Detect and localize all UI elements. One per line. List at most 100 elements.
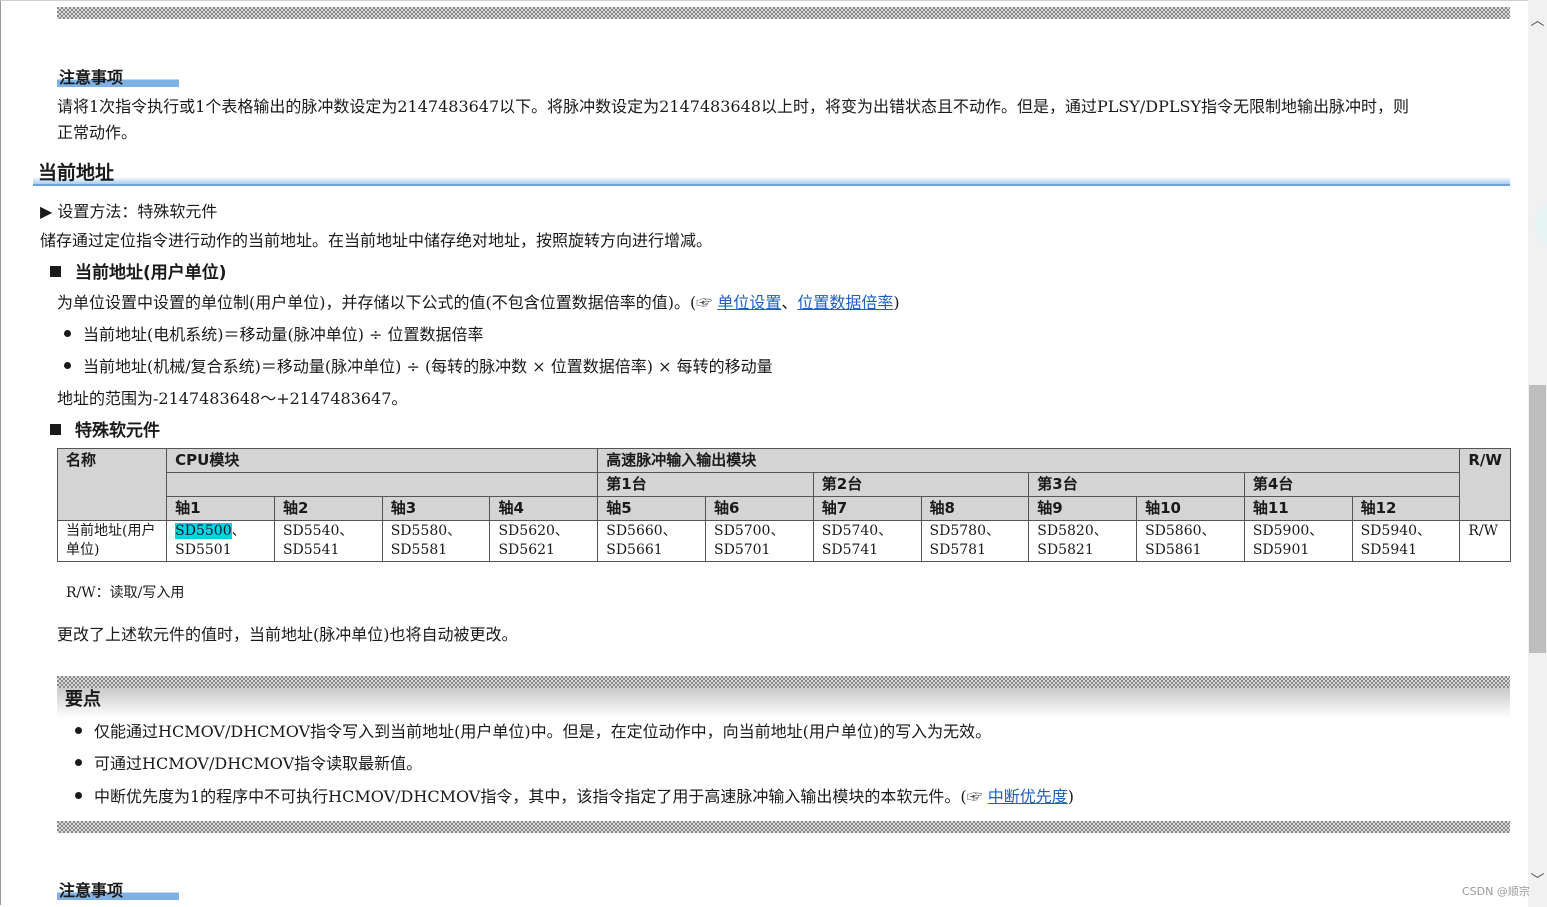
scroll-thumb[interactable] [1529,385,1546,653]
watermark: CSDN @顺宗 [1462,885,1530,898]
header-axis: 轴10 [1136,496,1245,521]
cell-device-1: SD5860、 [1145,523,1216,539]
cell-device: SD5660、 SD5661 [597,520,706,562]
cell-device-1: SD5820、 [1037,523,1108,539]
caution-title: 注意事项 [57,69,179,87]
bullet-dot-icon [64,330,71,337]
sub-heading-user-unit-label: 当前地址(用户单位) [75,263,227,283]
cell-device-2: SD5621 [498,542,555,558]
cell-device-1: SD5540、 [282,523,354,539]
vertical-scrollbar[interactable]: ︿ ﹀ [1528,0,1547,907]
cell-device-2: SD5941 [1360,542,1418,558]
user-unit-desc: 为单位设置中设置的单位制(用户单位)，并存储以下公式的值(不包含位置数据倍率的值… [57,290,900,316]
header-high-speed-module: 高速脉冲输入输出模块 [597,448,1461,473]
link-interrupt-priority[interactable]: 中断优先度 [988,787,1068,806]
cell-device: SD5700、 SD5701 [705,520,814,562]
cell-device-1: SD5620、 [498,523,569,539]
header-unit-4: 第4台 [1243,472,1461,497]
caution-text-line1: 请将1次指令执行或1个表格输出的脉冲数设定为2147483647以下。将脉冲数设… [57,97,1410,116]
header-axis: 轴12 [1351,496,1461,521]
header-unit-1: 第1台 [597,472,814,497]
bullet-dot-icon [64,362,71,369]
cell-device-2: SD5701 [714,542,771,558]
cell-device-1: SD5740、 [821,523,893,539]
link-position-data-magnification[interactable]: 位置数据倍率 [797,293,893,312]
sub-heading-special-device-label: 特殊软元件 [75,421,160,441]
cell-device: SD5860、 SD5861 [1136,520,1245,562]
bullet-text: 可通过HCMOV/DHCMOV指令读取最新值。 [94,754,423,773]
cell-device: SD5780、 SD5781 [920,520,1030,562]
bullet-item-machine-system: 当前地址(机械/复合系统)＝移动量(脉冲单位) ÷ (每转的脉冲数 × 位置数据… [64,354,773,380]
header-axis: 轴5 [597,496,706,521]
cell-device: SD5500、 SD5501 [166,520,275,562]
close-paren: ) [1067,787,1074,806]
scroll-down-arrow-icon[interactable]: ﹀ [1530,874,1545,889]
divider-point-bottom [57,821,1510,833]
cell-device-2: SD5661 [606,542,663,558]
setting-method: ▶ 设置方法：特殊软元件 [40,202,218,221]
cell-device-2: SD5581 [390,542,448,558]
point-bullet-1: 仅能通过HCMOV/DHCMOV指令写入到当前地址(用户单位)中。但是，在定位动… [75,719,991,745]
cell-rw: R/W [1459,520,1511,562]
header-axis: 轴11 [1243,496,1353,521]
section-description: 储存通过定位指令进行动作的当前地址。在当前地址中储存绝对地址，按照旋转方向进行增… [40,231,713,250]
cell-device-1: SD5780、 [929,523,1000,539]
header-rw: R/W [1459,448,1511,521]
sub-heading-special-device: 特殊软元件 [50,419,160,443]
reference-hand-icon: ☞ [696,293,713,312]
cell-device-1: SD5900、 [1252,523,1324,539]
link-unit-setting[interactable]: 单位设置 [717,293,781,312]
highlighted-text: SD5500 [175,523,232,539]
close-paren: ) [893,293,900,312]
cell-device-2: SD5501 [175,542,232,558]
cell-sep: 、 [231,523,246,539]
rw-note: R/W：读取/写入用 [66,585,185,601]
cell-device-2: SD5861 [1145,542,1202,558]
scroll-up-arrow-icon[interactable]: ︿ [1530,14,1545,29]
header-axis: 轴8 [920,496,1030,521]
reference-hand-icon: ☞ [966,787,983,806]
cell-device-1: SD5700、 [714,523,785,539]
header-unit-2: 第2台 [812,472,1030,497]
header-axis: 轴9 [1028,496,1138,521]
cell-device: SD5820、 SD5821 [1028,520,1138,562]
bullet-text: 中断优先度为1的程序中不可执行HCMOV/DHCMOV指令，其中，该指令指定了用… [94,787,967,806]
header-axis: 轴2 [273,496,383,521]
point-bullet-2: 可通过HCMOV/DHCMOV指令读取最新值。 [75,751,422,777]
header-axis: 轴4 [489,496,599,521]
header-name: 名称 [56,448,168,521]
cell-device: SD5740、 SD5741 [812,520,922,562]
table-header-row-axes: 轴1 轴2 轴3 轴4 轴5 轴6 轴7 轴8 轴9 轴10 轴11 轴12 [58,496,1511,521]
link-separator: 、 [781,293,798,312]
sub-heading-user-unit: 当前地址(用户单位) [50,261,227,285]
cell-device-2: SD5781 [929,542,986,558]
cell-device: SD5940、 SD5941 [1351,520,1461,562]
table-header-row-2: 第1台 第2台 第3台 第4台 [58,472,1511,497]
address-range: 地址的范围为-2147483648～+2147483647。 [57,389,408,408]
cell-device: SD5540、 SD5541 [273,520,383,562]
caution-text-line2: 正常动作。 [57,123,138,142]
header-unit-3: 第3台 [1028,472,1245,497]
bullet-text: 当前地址(电机系统)＝移动量(脉冲单位) ÷ 位置数据倍率 [83,325,484,344]
bullet-dot-icon [75,759,82,766]
square-bullet-icon [50,266,61,277]
square-bullet-icon [50,424,61,435]
header-cpu-module: CPU模块 [166,448,599,473]
change-note: 更改了上述软元件的值时，当前地址(脉冲单位)也将自动被更改。 [57,625,518,644]
point-header-shade [57,688,1510,718]
cell-device-1: SD5660、 [606,523,677,539]
user-unit-desc-text: 为单位设置中设置的单位制(用户单位)，并存储以下公式的值(不包含位置数据倍率的值… [57,293,697,312]
cell-device-2: SD5741 [821,542,879,558]
bullet-dot-icon [75,792,82,799]
cell-device: SD5620、 SD5621 [489,520,599,562]
point-box: 要点 仅能通过HCMOV/DHCMOV指令写入到当前地址(用户单位)中。但是，在… [57,676,1510,834]
header-cpu-spacer [166,472,599,497]
cell-device-2: SD5541 [282,542,340,558]
bullet-dot-icon [75,727,82,734]
point-title: 要点 [65,689,101,710]
caution-title-2: 注意事项 [57,882,179,900]
divider-top [57,7,1510,19]
header-axis: 轴3 [381,496,491,521]
cell-device-2: SD5901 [1252,542,1310,558]
header-axis: 轴1 [166,496,275,521]
